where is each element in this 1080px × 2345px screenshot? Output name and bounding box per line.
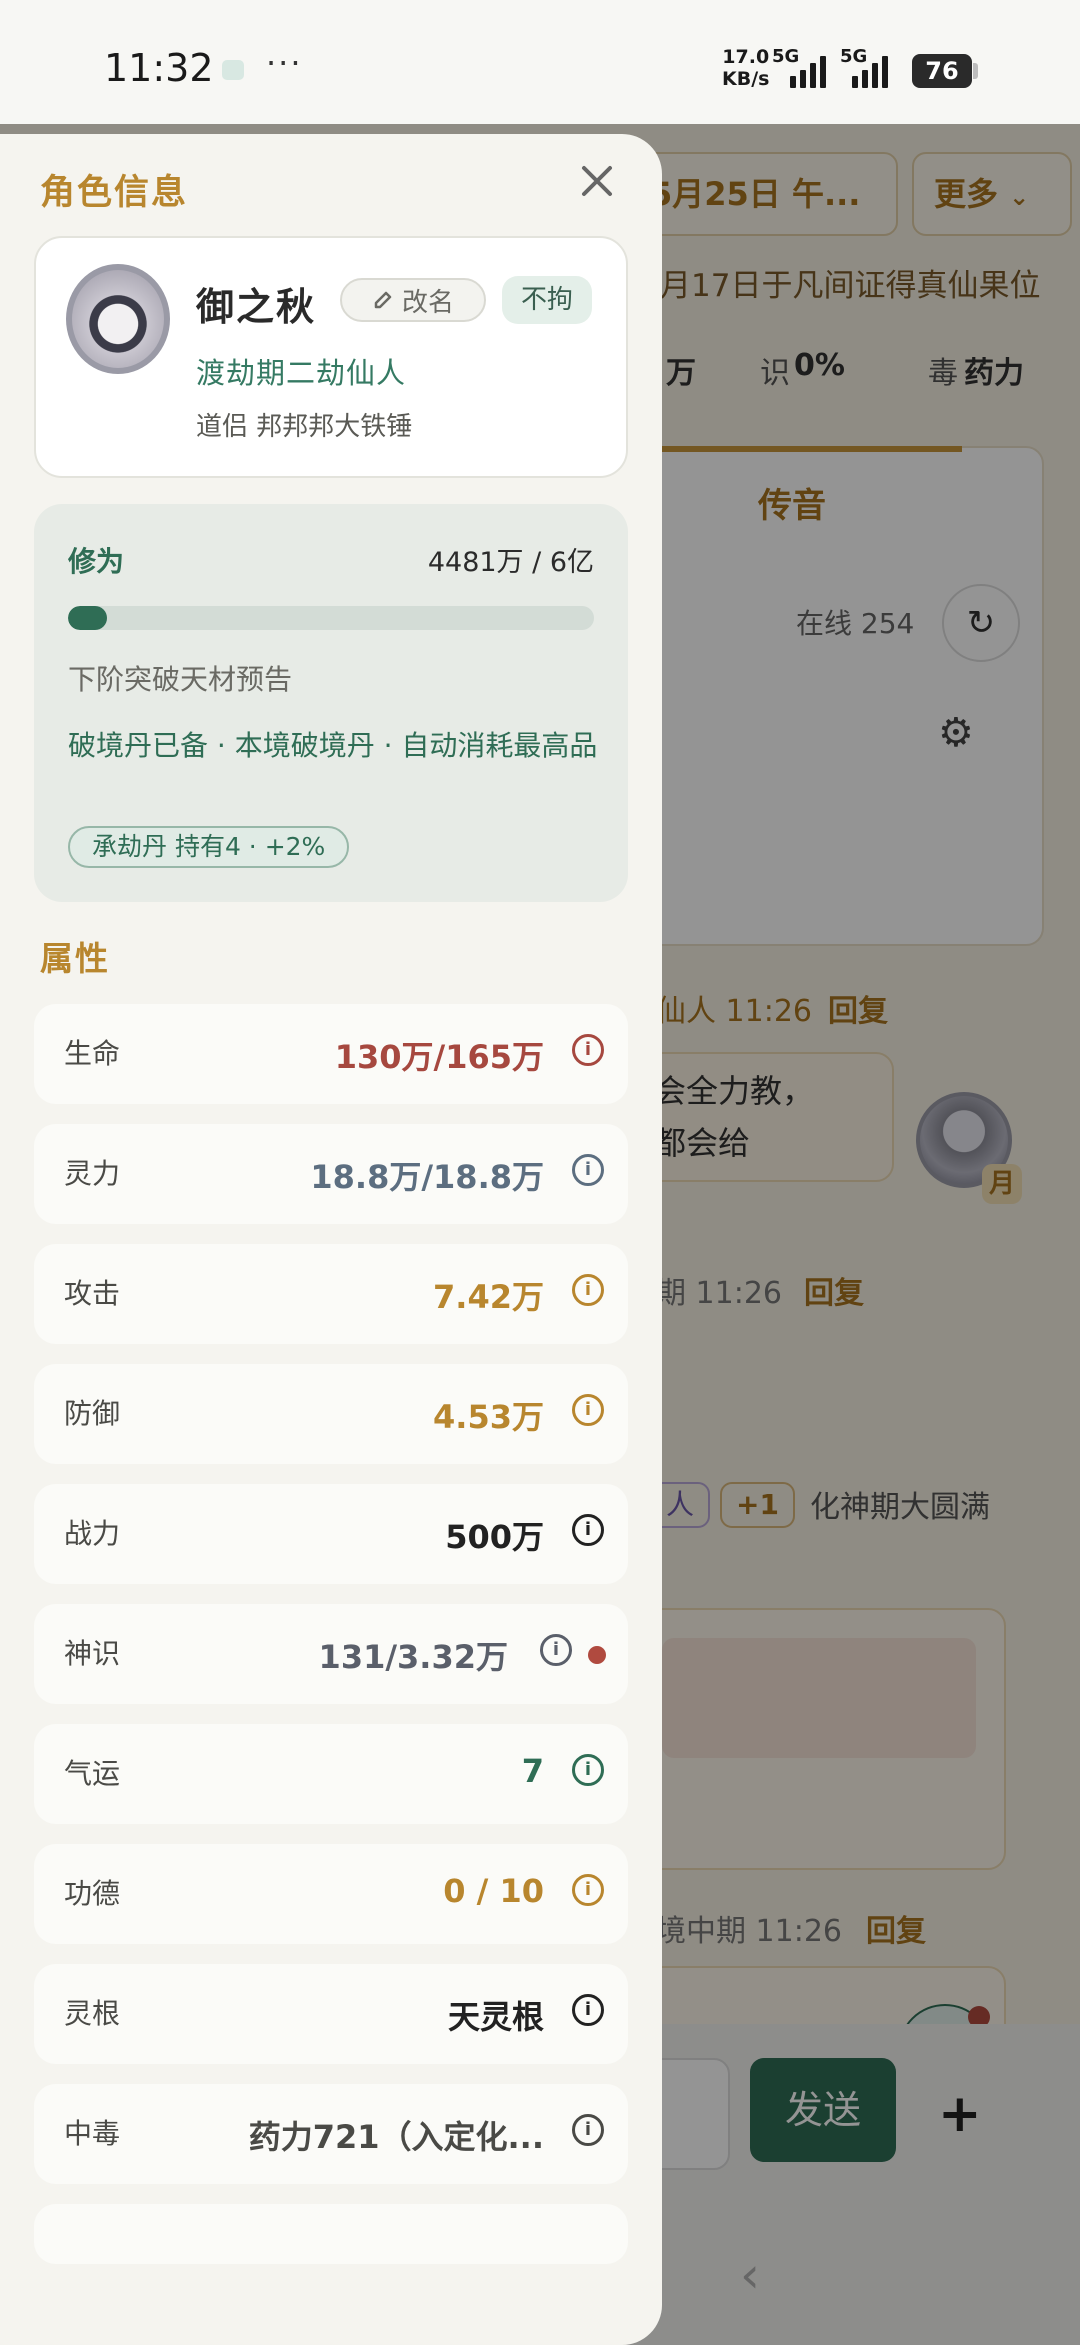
- app-notification-icon: [222, 60, 244, 80]
- attribute-label: 功德: [64, 1877, 121, 1910]
- info-icon[interactable]: i: [540, 1634, 572, 1666]
- cultivation-progress-bar: [68, 606, 594, 630]
- attribute-row-defense: 防御 4.53万 i: [34, 1364, 628, 1464]
- attribute-value: 7.42万: [433, 1278, 544, 1316]
- character-info-drawer: 角色信息 御之秋 改名 不拘 渡劫期二劫仙人 道侣 邦邦邦大铁锤 修为 4481…: [0, 134, 662, 2345]
- info-icon[interactable]: i: [572, 1274, 604, 1306]
- realm-text: 渡劫期二劫仙人: [196, 356, 407, 390]
- more-notifications-icon: ···: [266, 44, 303, 82]
- info-icon[interactable]: i: [572, 1994, 604, 2026]
- attribute-value: 18.8万/18.8万: [310, 1158, 544, 1196]
- signal-icon: [852, 54, 888, 88]
- attribute-label: 中毒: [64, 2117, 121, 2150]
- cultivation-label: 修为: [68, 545, 125, 578]
- status-badge: 不拘: [502, 276, 592, 324]
- rename-button[interactable]: 改名: [340, 278, 486, 322]
- attribute-label: 防御: [64, 1397, 121, 1430]
- attribute-row-spirit-root: 灵根 天灵根 i: [34, 1964, 628, 2064]
- partner-text: 道侣 邦邦邦大铁锤: [196, 412, 413, 442]
- network-speed-unit: KB/s: [722, 68, 770, 90]
- attribute-value: 天灵根: [447, 1998, 544, 2036]
- pencil-icon: [374, 291, 392, 309]
- attribute-row-merit: 功德 0 / 10 i: [34, 1844, 628, 1944]
- profile-card: 御之秋 改名 不拘 渡劫期二劫仙人 道侣 邦邦邦大铁锤: [34, 236, 628, 478]
- info-icon[interactable]: i: [572, 2114, 604, 2146]
- attribute-value: 7: [521, 1752, 544, 1790]
- drawer-title: 角色信息: [40, 173, 189, 213]
- battery-icon: 76: [912, 54, 972, 88]
- breakthrough-pill-status: 破境丹已备 · 本境破境丹 · 自动消耗最高品: [68, 729, 598, 762]
- status-time: 11:32: [104, 46, 214, 90]
- status-bar: 11:32 ··· 17.0 KB/s 5G 5G 76: [0, 0, 1080, 124]
- notification-dot: [588, 1646, 606, 1664]
- attribute-value: 0 / 10: [443, 1872, 544, 1910]
- info-icon[interactable]: i: [572, 1514, 604, 1546]
- attribute-row-mana: 灵力 18.8万/18.8万 i: [34, 1124, 628, 1224]
- breakthrough-preview-text: 下阶突破天材预告: [68, 663, 293, 696]
- cultivation-value: 4481万 / 6亿: [427, 547, 594, 578]
- attribute-label: 神识: [64, 1637, 121, 1670]
- info-icon[interactable]: i: [572, 1034, 604, 1066]
- back-icon[interactable]: ‹: [740, 2246, 760, 2304]
- attribute-label: 气运: [64, 1757, 121, 1790]
- close-icon[interactable]: [576, 160, 618, 202]
- signal-icon: [790, 54, 826, 88]
- attribute-row-hp: 生命 130万/165万 i: [34, 1004, 628, 1104]
- attribute-label: 灵力: [64, 1157, 121, 1190]
- attribute-value: 130万/165万: [334, 1038, 544, 1076]
- attribute-label: 战力: [64, 1517, 121, 1550]
- info-icon[interactable]: i: [572, 1874, 604, 1906]
- attribute-row-spirit-sense: 神识 131/3.32万 i: [34, 1604, 628, 1704]
- network-speed: 17.0 KB/s: [722, 46, 769, 90]
- attribute-value: 药力721（入定化...: [248, 2118, 544, 2156]
- cultivation-card: 修为 4481万 / 6亿 下阶突破天材预告 破境丹已备 · 本境破境丹 · 自…: [34, 504, 628, 902]
- attribute-row-luck: 气运 7 i: [34, 1724, 628, 1824]
- rename-label: 改名: [401, 287, 454, 318]
- tribulation-pill-chip[interactable]: 承劫丹 持有4 · +2%: [68, 826, 350, 868]
- attributes-title: 属性: [40, 939, 110, 978]
- attribute-row-power: 战力 500万 i: [34, 1484, 628, 1584]
- attribute-row-poison: 中毒 药力721（入定化... i: [34, 2084, 628, 2184]
- attribute-row-attack: 攻击 7.42万 i: [34, 1244, 628, 1344]
- cultivation-progress-fill: [68, 606, 108, 630]
- attribute-value: 131/3.32万: [318, 1638, 508, 1676]
- attribute-label: 生命: [64, 1037, 121, 1070]
- attribute-label: 灵根: [64, 1997, 121, 2030]
- info-icon[interactable]: i: [572, 1154, 604, 1186]
- attribute-value: 500万: [445, 1518, 544, 1556]
- info-icon[interactable]: i: [572, 1394, 604, 1426]
- character-name: 御之秋: [196, 285, 317, 329]
- avatar[interactable]: [66, 264, 170, 374]
- attribute-list: 生命 130万/165万 i 灵力 18.8万/18.8万 i 攻击 7.42万…: [34, 1004, 628, 2284]
- attribute-value: 4.53万: [433, 1398, 544, 1436]
- battery-tip: [973, 63, 978, 79]
- attribute-row-partial: [34, 2204, 628, 2264]
- network-speed-value: 17.0: [722, 46, 770, 68]
- info-icon[interactable]: i: [572, 1754, 604, 1786]
- attribute-label: 攻击: [64, 1277, 121, 1310]
